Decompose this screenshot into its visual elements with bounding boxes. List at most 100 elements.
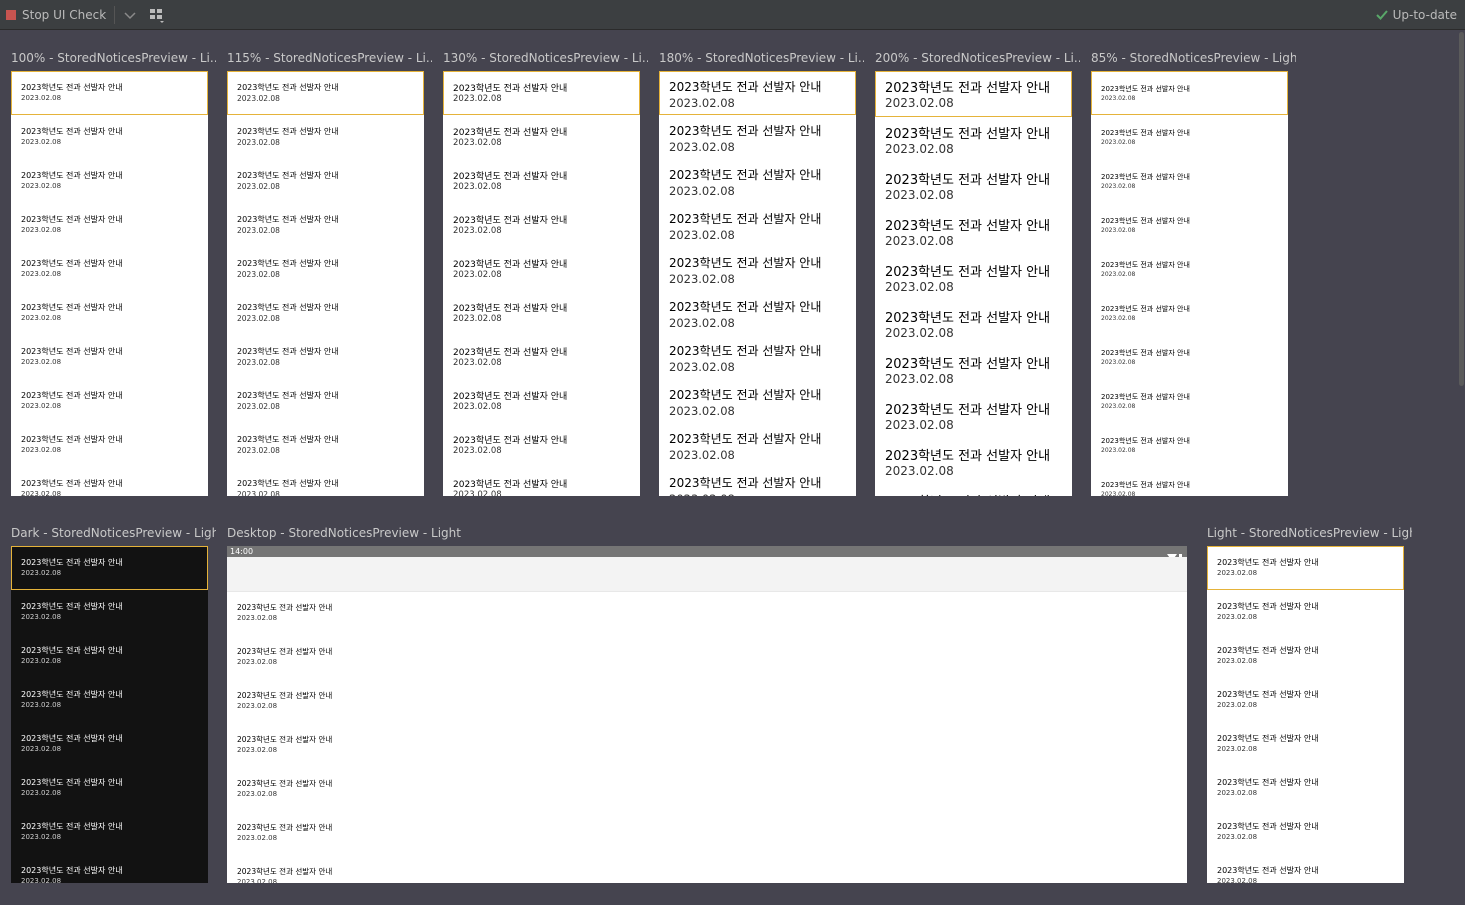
- notice-list-item[interactable]: 2023학년도 전과 선발자 안내2023.02.08: [875, 347, 1072, 393]
- notice-list-item[interactable]: 2023학년도 전과 선발자 안내2023.02.08: [227, 115, 424, 159]
- notice-list-item[interactable]: 2023학년도 전과 선발자 안내2023.02.08: [443, 71, 640, 115]
- notice-list-item[interactable]: 2023학년도 전과 선발자 안내2023.02.08: [1207, 634, 1404, 678]
- notice-list-item[interactable]: 2023학년도 전과 선발자 안내2023.02.08: [11, 247, 208, 291]
- preview-screen[interactable]: 2023학년도 전과 선발자 안내 2023.02.08 2023학년도 전과 선발…: [227, 71, 424, 496]
- notice-list-item[interactable]: 2023학년도 전과 선발자 안내2023.02.08: [11, 291, 208, 335]
- notice-list-item[interactable]: 2023학년도 전과 선발자 안내2023.02.08: [227, 467, 424, 496]
- notice-list-item[interactable]: 2023학년도 전과 선발자 안내2023.02.08: [659, 467, 856, 496]
- notice-list-item[interactable]: 2023학년도 전과 선발자 안내2023.02.08: [659, 71, 856, 115]
- notice-list-item[interactable]: 2023학년도 전과 선발자 안내2023.02.08: [227, 71, 424, 115]
- notice-list-item[interactable]: 2023학년도 전과 선발자 안내2023.02.08: [11, 854, 208, 883]
- notice-list-item[interactable]: 2023학년도 전과 선발자 안내2023.02.08: [11, 766, 208, 810]
- desktop-preview-screen[interactable]: 14:00 2023학년도 전과 선발자 안내 2023.02.08 2023학년도 …: [227, 546, 1187, 883]
- preview-screen[interactable]: 2023학년도 전과 선발자 안내 2023.02.08 2023학년도 전과 선발…: [11, 546, 208, 883]
- notice-list-item[interactable]: 2023학년도 전과 선발자 안내2023.02.08: [1091, 159, 1288, 203]
- notice-list-item[interactable]: 2023학년도 전과 선발자 안내2023.02.08: [443, 115, 640, 159]
- preview-title[interactable]: 180% - StoredNoticesPreview - Li...: [659, 50, 864, 66]
- notice-list-item[interactable]: 2023학년도 전과 선발자 안내2023.02.08: [227, 812, 1187, 856]
- notice-list-item[interactable]: 2023학년도 전과 선발자 안내2023.02.08: [227, 680, 1187, 724]
- notice-list-item[interactable]: 2023학년도 전과 선발자 안내2023.02.08: [659, 159, 856, 203]
- preview-title[interactable]: Desktop - StoredNoticesPreview - Light: [227, 525, 1195, 541]
- notice-list-item[interactable]: 2023학년도 전과 선발자 안내2023.02.08: [443, 291, 640, 335]
- notice-list-item[interactable]: 2023학년도 전과 선발자 안내2023.02.08: [227, 724, 1187, 768]
- notice-list-item[interactable]: 2023학년도 전과 선발자 안내2023.02.08: [11, 546, 208, 590]
- notice-list-item[interactable]: 2023학년도 전과 선발자 안내2023.02.08: [659, 379, 856, 423]
- notice-list-item[interactable]: 2023학년도 전과 선발자 안내2023.02.08: [875, 163, 1072, 209]
- notice-list-item[interactable]: 2023학년도 전과 선발자 안내2023.02.08: [1091, 247, 1288, 291]
- preview-screen[interactable]: 2023학년도 전과 선발자 안내 2023.02.08 2023학년도 전과 선발…: [11, 71, 208, 496]
- notice-list-item[interactable]: 2023학년도 전과 선발자 안내2023.02.08: [227, 247, 424, 291]
- notice-list-item[interactable]: 2023학년도 전과 선발자 안내2023.02.08: [11, 159, 208, 203]
- notice-list-item[interactable]: 2023학년도 전과 선발자 안내2023.02.08: [875, 117, 1072, 163]
- notice-list-item[interactable]: 2023학년도 전과 선발자 안내2023.02.08: [443, 247, 640, 291]
- preview-screen[interactable]: 2023학년도 전과 선발자 안내 2023.02.08 2023학년도 전과 선발…: [443, 71, 640, 496]
- notice-list-item[interactable]: 2023학년도 전과 선발자 안내2023.02.08: [1207, 722, 1404, 766]
- stop-ui-check-button[interactable]: Stop UI Check: [6, 5, 106, 25]
- notice-list-item[interactable]: 2023학년도 전과 선발자 안내2023.02.08: [227, 592, 1187, 636]
- notice-list-item[interactable]: 2023학년도 전과 선발자 안내2023.02.08: [227, 636, 1187, 680]
- preview-title[interactable]: 130% - StoredNoticesPreview - Li...: [443, 50, 648, 66]
- chevron-down-icon[interactable]: [121, 5, 139, 25]
- notice-list-item[interactable]: 2023학년도 전과 선발자 안내2023.02.08: [227, 768, 1187, 812]
- notice-list-item[interactable]: 2023학년도 전과 선발자 안내2023.02.08: [11, 379, 208, 423]
- notice-list-item[interactable]: 2023학년도 전과 선발자 안내2023.02.08: [11, 335, 208, 379]
- grid-layout-icon[interactable]: [148, 6, 166, 24]
- notice-list-item[interactable]: 2023학년도 전과 선발자 안내2023.02.08: [875, 255, 1072, 301]
- notice-list-item[interactable]: 2023학년도 전과 선발자 안내2023.02.08: [1091, 379, 1288, 423]
- notice-list-item[interactable]: 2023학년도 전과 선발자 안내2023.02.08: [1091, 115, 1288, 159]
- notice-list-item[interactable]: 2023학년도 전과 선발자 안내2023.02.08: [1091, 423, 1288, 467]
- notice-list-item[interactable]: 2023학년도 전과 선발자 안내2023.02.08: [1207, 590, 1404, 634]
- notice-list-item[interactable]: 2023학년도 전과 선발자 안내2023.02.08: [443, 159, 640, 203]
- notice-list-item[interactable]: 2023학년도 전과 선발자 안내2023.02.08: [659, 203, 856, 247]
- notice-list-item[interactable]: 2023학년도 전과 선발자 안내2023.02.08: [659, 115, 856, 159]
- notice-list-item[interactable]: 2023학년도 전과 선발자 안내2023.02.08: [227, 291, 424, 335]
- notice-list-item[interactable]: 2023학년도 전과 선발자 안내2023.02.08: [1091, 291, 1288, 335]
- notice-list-item[interactable]: 2023학년도 전과 선발자 안내2023.02.08: [227, 379, 424, 423]
- notice-list-item[interactable]: 2023학년도 전과 선발자 안내2023.02.08: [11, 203, 208, 247]
- notice-list-item[interactable]: 2023학년도 전과 선발자 안내2023.02.08: [11, 634, 208, 678]
- notice-list-item[interactable]: 2023학년도 전과 선발자 안내2023.02.08: [659, 335, 856, 379]
- notice-list-item[interactable]: 2023학년도 전과 선발자 안내2023.02.08: [1207, 546, 1404, 590]
- notice-list-item[interactable]: 2023학년도 전과 선발자 안내2023.02.08: [227, 856, 1187, 883]
- notice-list-item[interactable]: 2023학년도 전과 선발자 안내2023.02.08: [443, 379, 640, 423]
- notice-list-item[interactable]: 2023학년도 전과 선발자 안내2023.02.08: [227, 159, 424, 203]
- notice-list-item[interactable]: 2023학년도 전과 선발자 안내2023.02.08: [443, 203, 640, 247]
- notice-list-item[interactable]: 2023학년도 전과 선발자 안내2023.02.08: [659, 291, 856, 335]
- notice-list-item[interactable]: 2023학년도 전과 선발자 안내2023.02.08: [11, 678, 208, 722]
- notice-list-item[interactable]: 2023학년도 전과 선발자 안내2023.02.08: [875, 209, 1072, 255]
- preview-screen[interactable]: 2023학년도 전과 선발자 안내 2023.02.08 2023학년도 전과 선발…: [875, 71, 1072, 496]
- notice-list-item[interactable]: 2023학년도 전과 선발자 안내2023.02.08: [11, 810, 208, 854]
- notice-list-item[interactable]: 2023학년도 전과 선발자 안내2023.02.08: [443, 423, 640, 467]
- notice-list-item[interactable]: 2023학년도 전과 선발자 안내2023.02.08: [227, 423, 424, 467]
- notice-list-item[interactable]: 2023학년도 전과 선발자 안내2023.02.08: [11, 467, 208, 496]
- notice-list-item[interactable]: 2023학년도 전과 선발자 안내2023.02.08: [1091, 71, 1288, 115]
- notice-list-item[interactable]: 2023학년도 전과 선발자 안내2023.02.08: [875, 393, 1072, 439]
- preview-title[interactable]: 85% - StoredNoticesPreview - Light: [1091, 50, 1296, 66]
- notice-list-item[interactable]: 2023학년도 전과 선발자 안내2023.02.08: [1091, 335, 1288, 379]
- notice-list-item[interactable]: 2023학년도 전과 선발자 안내2023.02.08: [11, 590, 208, 634]
- notice-list-item[interactable]: 2023학년도 전과 선발자 안내2023.02.08: [11, 71, 208, 115]
- notice-list-item[interactable]: 2023학년도 전과 선발자 안내2023.02.08: [875, 485, 1072, 496]
- preview-title[interactable]: 100% - StoredNoticesPreview - Li...: [11, 50, 216, 66]
- notice-list-item[interactable]: 2023학년도 전과 선발자 안내2023.02.08: [11, 115, 208, 159]
- notice-list-item[interactable]: 2023학년도 전과 선발자 안내2023.02.08: [875, 439, 1072, 485]
- notice-list-item[interactable]: 2023학년도 전과 선발자 안내2023.02.08: [875, 71, 1072, 117]
- vertical-scrollbar[interactable]: [1459, 32, 1464, 386]
- preview-title[interactable]: Light - StoredNoticesPreview - Light: [1207, 525, 1412, 541]
- notice-list-item[interactable]: 2023학년도 전과 선발자 안내2023.02.08: [443, 335, 640, 379]
- preview-screen[interactable]: 2023학년도 전과 선발자 안내 2023.02.08 2023학년도 전과 선발…: [659, 71, 856, 496]
- notice-list-item[interactable]: 2023학년도 전과 선발자 안내2023.02.08: [11, 423, 208, 467]
- notice-list-item[interactable]: 2023학년도 전과 선발자 안내2023.02.08: [227, 203, 424, 247]
- notice-list-item[interactable]: 2023학년도 전과 선발자 안내2023.02.08: [1207, 854, 1404, 883]
- notice-list-item[interactable]: 2023학년도 전과 선발자 안내2023.02.08: [1207, 766, 1404, 810]
- notice-list-item[interactable]: 2023학년도 전과 선발자 안내2023.02.08: [11, 722, 208, 766]
- notice-list-item[interactable]: 2023학년도 전과 선발자 안내2023.02.08: [1207, 810, 1404, 854]
- notice-list-item[interactable]: 2023학년도 전과 선발자 안내2023.02.08: [443, 467, 640, 496]
- preview-title[interactable]: 200% - StoredNoticesPreview - Li...: [875, 50, 1080, 66]
- notice-list-item[interactable]: 2023학년도 전과 선발자 안내2023.02.08: [1091, 467, 1288, 496]
- notice-list-item[interactable]: 2023학년도 전과 선발자 안내2023.02.08: [659, 423, 856, 467]
- notice-list-item[interactable]: 2023학년도 전과 선발자 안내2023.02.08: [1207, 678, 1404, 722]
- preview-title[interactable]: Dark - StoredNoticesPreview - Light: [11, 525, 216, 541]
- notice-list-item[interactable]: 2023학년도 전과 선발자 안내2023.02.08: [1091, 203, 1288, 247]
- notice-list-item[interactable]: 2023학년도 전과 선발자 안내2023.02.08: [875, 301, 1072, 347]
